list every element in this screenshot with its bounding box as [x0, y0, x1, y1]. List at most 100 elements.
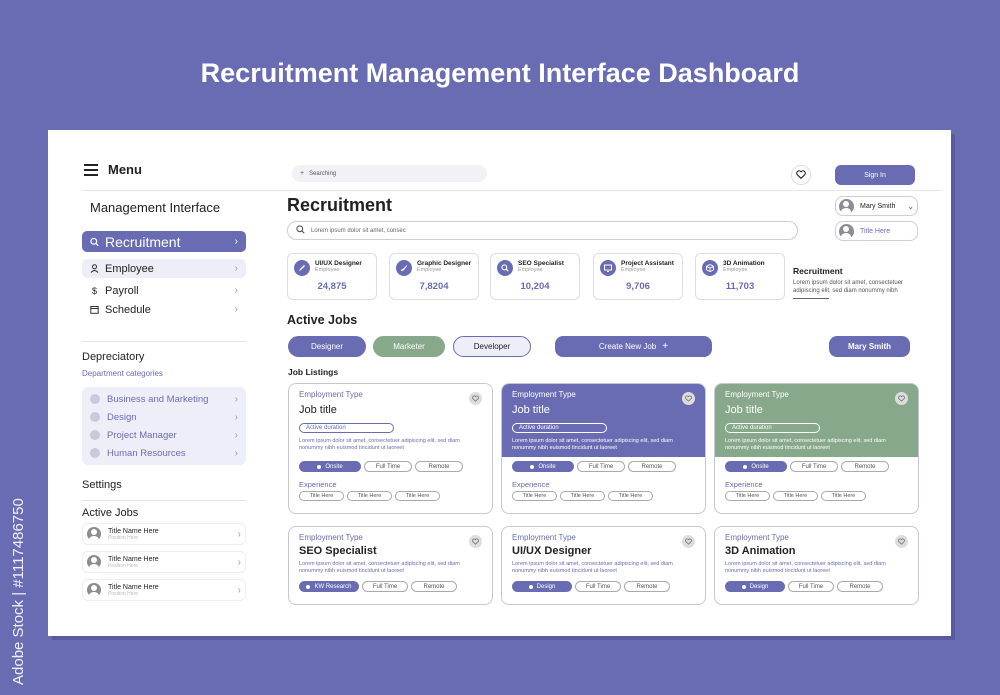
chevron-right-icon: › — [234, 411, 238, 423]
chevron-right-icon: › — [237, 528, 241, 540]
tag-onsite[interactable]: Onsite — [725, 461, 787, 473]
filter-designer[interactable]: Designer — [288, 336, 366, 357]
chevron-right-icon: › — [234, 447, 238, 459]
job-title: Job title — [725, 404, 763, 416]
job-card[interactable]: Employment Type Job title Active duratio… — [288, 383, 493, 514]
stat-value: 9,706 — [626, 281, 650, 292]
tag-kw-research[interactable]: KW Research — [299, 581, 359, 593]
stat-card-3d[interactable]: 3D Animation Employee 11,703 — [695, 253, 785, 300]
job-card[interactable]: Employment Type Job title Active duratio… — [501, 383, 706, 514]
dot-icon — [741, 584, 746, 589]
department-label: Business and Marketing — [107, 393, 209, 405]
active-job-item[interactable]: Title Name Here Position Here › — [82, 579, 246, 601]
department-label: Design — [107, 411, 137, 423]
tag-label: KW Research — [314, 583, 352, 590]
active-job-position: Position Here — [108, 590, 139, 597]
user-menu[interactable]: Mary Smith ⌄ — [835, 196, 918, 216]
search-icon — [90, 237, 99, 246]
favorites-button[interactable] — [791, 165, 811, 185]
main-search-placeholder: Lorem ipsum dolor sit amet, consec — [311, 227, 406, 234]
tag-full-time[interactable]: Full Time — [364, 461, 412, 473]
user-icon — [90, 264, 99, 273]
dot-icon — [743, 464, 748, 469]
heart-icon[interactable] — [469, 535, 482, 548]
stat-card-project[interactable]: Project Assistant Employee 9,706 — [593, 253, 683, 300]
top-search-input[interactable]: + Searching — [292, 165, 487, 182]
heart-icon[interactable] — [895, 535, 908, 548]
experience-tag[interactable]: Title Here — [821, 491, 866, 502]
filter-developer[interactable]: Developer — [453, 336, 531, 357]
plus-icon: + — [662, 341, 669, 352]
tag-full-time[interactable]: Full Time — [575, 581, 621, 593]
employment-type: Employment Type — [299, 390, 363, 399]
heart-icon[interactable] — [469, 392, 482, 405]
chevron-right-icon: › — [234, 236, 238, 247]
experience-tag[interactable]: Title Here — [773, 491, 818, 502]
tag-remote[interactable]: Remote — [628, 461, 676, 473]
chevron-right-icon: › — [234, 429, 238, 441]
user-chip[interactable]: Mary Smith — [829, 336, 910, 357]
department-item-project-manager[interactable]: Project Manager › — [82, 426, 246, 444]
job-card[interactable]: Employment Type Job title Active duratio… — [714, 383, 919, 514]
experience-tag[interactable]: Title Here — [560, 491, 605, 502]
header-divider — [82, 190, 942, 191]
sign-in-button[interactable]: Sign In — [835, 165, 915, 185]
department-item-design[interactable]: Design › — [82, 408, 246, 426]
department-item-human-resources[interactable]: Human Resources › — [82, 444, 246, 462]
active-job-item[interactable]: Title Name Here Position Here › — [82, 523, 246, 545]
heart-icon[interactable] — [682, 392, 695, 405]
experience-tag[interactable]: Title Here — [347, 491, 392, 502]
filter-marketer[interactable]: Marketer — [373, 336, 445, 357]
tag-remote[interactable]: Remote — [624, 581, 670, 593]
main-search-input[interactable]: Lorem ipsum dolor sit amet, consec — [287, 221, 798, 240]
menu-toggle[interactable]: Menu — [84, 162, 142, 177]
sidebar-item-schedule[interactable]: Schedule › — [82, 300, 246, 319]
department-list: Business and Marketing › Design › Projec… — [82, 387, 246, 465]
heart-icon[interactable] — [682, 535, 695, 548]
tag-design[interactable]: Design — [725, 581, 785, 593]
create-new-job-button[interactable]: Create New Job + — [555, 336, 712, 357]
job-description: Lorem ipsum dolor sit amet, consectetuer… — [725, 438, 886, 452]
sidebar-item-label: Employee — [105, 262, 154, 275]
tag-design[interactable]: Design — [512, 581, 572, 593]
title-pill[interactable]: Title Here — [835, 221, 918, 241]
stat-card-graphic[interactable]: Graphic Designer Employee 7,8204 — [389, 253, 479, 300]
experience-tag[interactable]: Title Here — [512, 491, 557, 502]
dot-icon — [528, 584, 533, 589]
sidebar-item-employee[interactable]: Employee › — [82, 259, 246, 278]
tag-remote[interactable]: Remote — [841, 461, 889, 473]
tag-full-time[interactable]: Full Time — [577, 461, 625, 473]
job-card[interactable]: Employment Type SEO Specialist Lorem ips… — [288, 526, 493, 605]
stat-value: 10,204 — [520, 281, 550, 292]
active-job-item[interactable]: Title Name Here Position Here › — [82, 551, 246, 573]
experience-tag[interactable]: Title Here — [395, 491, 440, 502]
avatar — [839, 223, 854, 239]
experience-tag[interactable]: Title Here — [299, 491, 344, 502]
sidebar-item-payroll[interactable]: $ Payroll › — [82, 281, 246, 300]
sidebar-section-title: Management Interface — [90, 200, 221, 215]
stat-title: 3D Animation — [723, 260, 765, 267]
stat-card-seo[interactable]: SEO Specialist Employee 10,204 — [490, 253, 580, 300]
tag-onsite[interactable]: Onsite — [512, 461, 574, 473]
tag-remote[interactable]: Remote — [415, 461, 463, 473]
experience-tag[interactable]: Title Here — [608, 491, 653, 502]
tag-remote[interactable]: Remote — [837, 581, 883, 593]
job-card[interactable]: Employment Type 3D Animation Lorem ipsum… — [714, 526, 919, 605]
experience-label: Experience — [299, 480, 337, 490]
briefcase-icon — [90, 394, 100, 404]
stat-card-uiux[interactable]: UI/UX Designer Employee 24,875 — [287, 253, 377, 300]
job-card[interactable]: Employment Type UI/UX Designer Lorem ips… — [501, 526, 706, 605]
tag-label: Onsite — [538, 463, 556, 470]
tag-onsite[interactable]: Onsite — [299, 461, 361, 473]
tag-full-time[interactable]: Full Time — [362, 581, 408, 593]
settings-link[interactable]: Settings — [82, 479, 122, 491]
active-job-position: Position Here — [108, 562, 139, 569]
title-pill-label: Title Here — [860, 227, 891, 235]
tag-full-time[interactable]: Full Time — [790, 461, 838, 473]
tag-remote[interactable]: Remote — [411, 581, 457, 593]
tag-full-time[interactable]: Full Time — [788, 581, 834, 593]
sidebar-item-recruitment[interactable]: Recruitment › — [82, 231, 246, 252]
department-item-business[interactable]: Business and Marketing › — [82, 390, 246, 408]
experience-tag[interactable]: Title Here — [725, 491, 770, 502]
heart-icon[interactable] — [895, 392, 908, 405]
